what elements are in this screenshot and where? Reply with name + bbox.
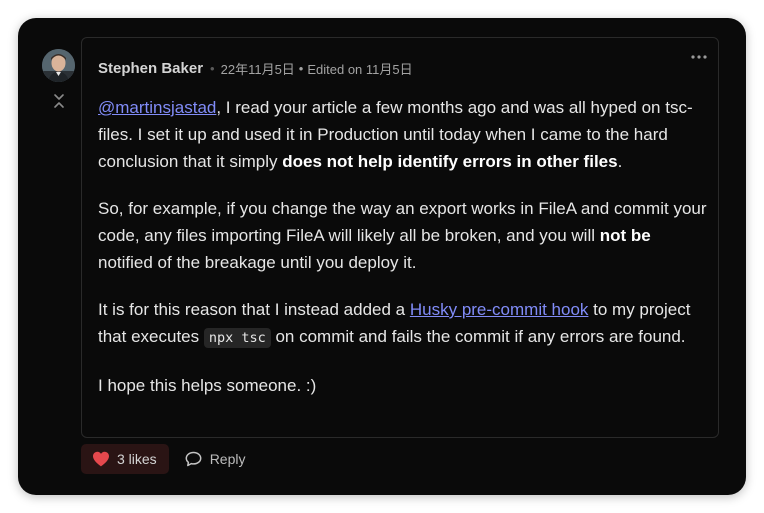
paragraph-text: It is for this reason that I instead add… <box>98 300 410 319</box>
comment-card: Stephen Baker • 22年11月5日 • Edited on 11月… <box>18 18 746 495</box>
paragraph-1: @martinsjastad, I read your article a fe… <box>98 94 710 175</box>
paragraph-3: It is for this reason that I instead add… <box>98 296 710 352</box>
reply-button[interactable]: Reply <box>185 444 246 474</box>
more-horizontal-icon <box>691 55 707 59</box>
paragraph-text: . <box>617 152 623 171</box>
paragraph-text: notified of the breakage until you deplo… <box>98 253 417 272</box>
avatar[interactable] <box>42 49 75 82</box>
mention-link[interactable]: @martinsjastad <box>98 98 216 117</box>
comment-actions: 3 likes Reply <box>81 444 245 474</box>
paragraph-text: on commit and fails the commit if any er… <box>270 327 686 346</box>
paragraph-2: So, for example, if you change the way a… <box>98 195 710 276</box>
heart-icon <box>93 451 109 467</box>
separator-dot: • <box>298 60 304 76</box>
collapse-icon <box>54 94 64 108</box>
separator-dot: • <box>210 60 215 76</box>
speech-bubble-icon <box>185 451 202 467</box>
comment-header: Stephen Baker • 22年11月5日 • Edited on 11月… <box>98 58 413 78</box>
comment-body-container: Stephen Baker • 22年11月5日 • Edited on 11月… <box>81 37 719 438</box>
bold-text: not be <box>599 226 651 245</box>
like-button[interactable]: 3 likes <box>81 444 169 474</box>
author-name[interactable]: Stephen Baker <box>98 60 203 77</box>
avatar-image <box>42 49 75 82</box>
paragraph-4: I hope this helps someone. :) <box>98 372 710 399</box>
collapse-thread-button[interactable] <box>52 93 66 109</box>
comment-date[interactable]: 22年11月5日 <box>221 59 295 78</box>
edited-label: Edited on 11月5日 <box>307 61 413 77</box>
paragraph-text: I hope this helps someone. :) <box>98 376 317 395</box>
more-options-button[interactable] <box>690 50 708 62</box>
husky-link[interactable]: Husky pre-commit hook <box>410 300 589 319</box>
like-count: 3 likes <box>117 451 157 467</box>
inline-code: npx tsc <box>203 328 271 348</box>
reply-label: Reply <box>209 451 246 467</box>
comment-text: @martinsjastad, I read your article a fe… <box>98 94 710 419</box>
bold-text: does not help identify errors in other f… <box>282 152 618 171</box>
